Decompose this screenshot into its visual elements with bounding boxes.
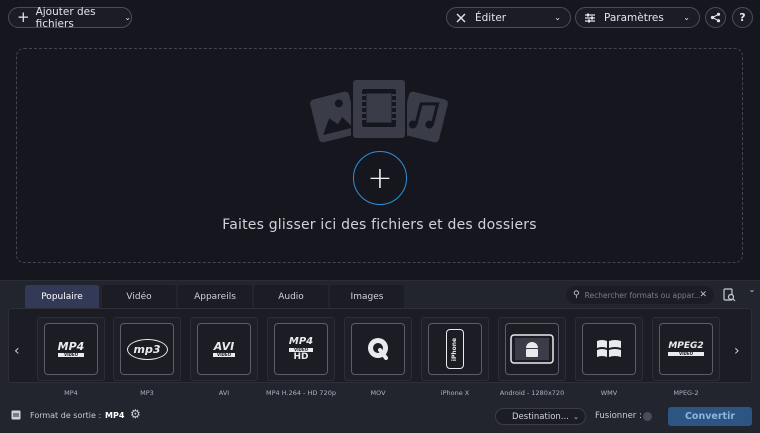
tools-icon (456, 13, 466, 22)
android-icon (505, 323, 559, 375)
format-mp4-hd[interactable]: MP4 VIDEO HD (267, 317, 335, 381)
plus-icon: + (367, 160, 393, 196)
drop-zone[interactable]: + Faites glisser ici des fichiers et des… (16, 48, 743, 263)
merge-toggle[interactable] (643, 412, 652, 421)
tab-video[interactable]: Vidéo (102, 285, 176, 308)
add-files-button[interactable]: + Ajouter des fichiers ⌄ (8, 5, 132, 30)
search-placeholder: Rechercher formats ou appar... (584, 290, 701, 300)
add-files-label: Ajouter des fichiers (35, 5, 96, 30)
format-label: WMV (600, 389, 618, 397)
add-files-circle-button[interactable]: + (353, 151, 407, 205)
output-format-icon (11, 410, 21, 420)
drop-zone-text: Faites glisser ici des fichiers et des d… (222, 217, 537, 233)
convert-button[interactable]: Convertir (668, 407, 752, 426)
help-button[interactable]: ? (732, 7, 753, 28)
merge-label: Fusionner : (595, 411, 642, 421)
tab-audio[interactable]: Audio (254, 285, 328, 308)
format-label: MOV (370, 389, 386, 397)
mp4-hd-icon: MP4 VIDEO HD (274, 323, 328, 375)
quicktime-icon (351, 323, 405, 375)
format-label: MP3 (140, 389, 154, 397)
format-mpeg2[interactable]: MPEG2 VIDEO (652, 317, 720, 381)
tab-popular[interactable]: Populaire (25, 285, 99, 308)
mp3-icon: mp3 (120, 323, 174, 375)
format-wmv[interactable] (575, 317, 643, 381)
help-icon: ? (739, 11, 746, 24)
gear-icon[interactable]: ⚙ (130, 407, 141, 421)
clear-search-icon[interactable]: ✕ (699, 290, 707, 300)
output-format-label: Format de sortie : (30, 411, 102, 420)
windows-icon (582, 323, 636, 375)
mpeg2-icon: MPEG2 VIDEO (659, 323, 713, 375)
search-icon: ⚲ (573, 290, 580, 300)
format-label: iPhone X (440, 389, 470, 397)
format-mp4[interactable]: MP4 VIDEO (37, 317, 105, 381)
share-icon (710, 12, 721, 23)
detect-device-icon[interactable] (722, 288, 736, 302)
settings-label: Paramètres (604, 11, 664, 24)
format-label: Android - 1280x720 (499, 389, 565, 397)
format-label: MPEG-2 (673, 389, 699, 397)
format-search-input[interactable]: ⚲ Rechercher formats ou appar... ✕ (566, 286, 714, 304)
chevron-down-icon: ⌄ (748, 284, 756, 294)
format-mov[interactable] (344, 317, 412, 381)
chevron-down-icon: ⌄ (554, 13, 561, 22)
destination-label: Destination... (512, 411, 569, 422)
scroll-right-icon[interactable]: › (734, 343, 740, 359)
chevron-down-icon: ⌄ (573, 412, 579, 421)
format-mp3[interactable]: mp3 (113, 317, 181, 381)
share-button[interactable] (705, 7, 726, 28)
media-files-icon (310, 78, 448, 143)
plus-icon: + (17, 8, 30, 26)
format-label: MP4 (64, 389, 78, 397)
output-format-value: MP4 (105, 411, 125, 420)
chevron-down-icon: ⌄ (683, 13, 690, 22)
avi-icon: AVI VIDEO (197, 323, 251, 375)
collapse-panel-button[interactable]: ⌄ (744, 281, 760, 297)
iphone-icon: iPhone (428, 323, 482, 375)
format-android[interactable] (498, 317, 566, 381)
tab-devices[interactable]: Appareils (178, 285, 252, 308)
edit-button[interactable]: Éditer ⌄ (446, 7, 571, 28)
edit-label: Éditer (475, 11, 507, 24)
format-iphone-x[interactable]: iPhone (421, 317, 489, 381)
tab-images[interactable]: Images (330, 285, 404, 308)
chevron-down-icon: ⌄ (124, 13, 131, 22)
mp4-icon: MP4 VIDEO (44, 323, 98, 375)
scroll-left-icon[interactable]: ‹ (14, 343, 20, 359)
sliders-icon (585, 13, 595, 22)
format-avi[interactable]: AVI VIDEO (190, 317, 258, 381)
format-label: AVI (218, 389, 230, 397)
settings-button[interactable]: Paramètres ⌄ (575, 7, 700, 28)
destination-dropdown[interactable]: Destination... ⌄ (495, 408, 586, 425)
format-label: MP4 H.264 - HD 720p (266, 389, 336, 397)
